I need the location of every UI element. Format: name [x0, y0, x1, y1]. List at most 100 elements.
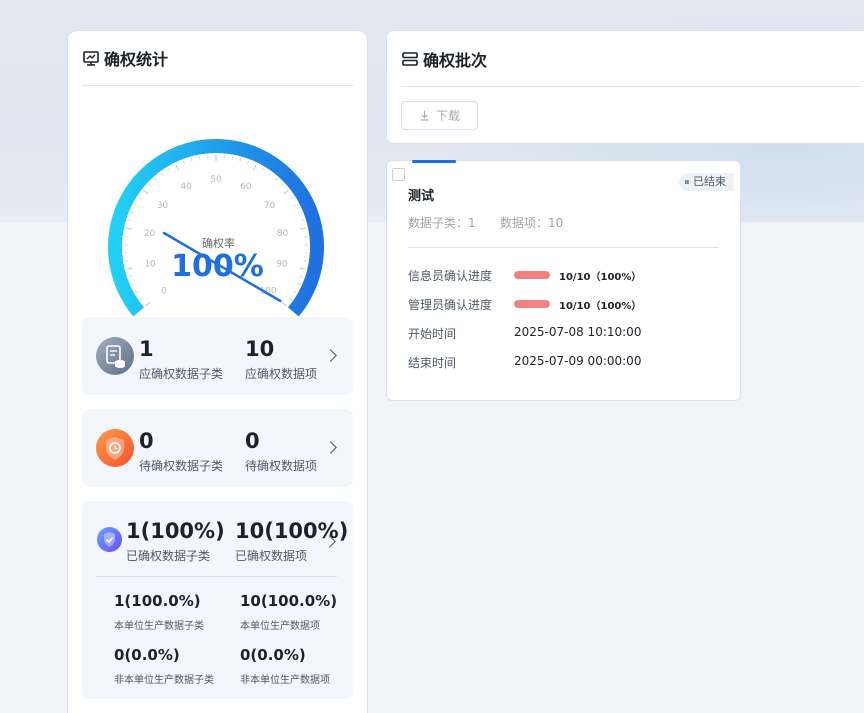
info-progress-text: 10/10（100%） — [559, 272, 642, 283]
gauge-tick — [268, 172, 271, 176]
gauge-tick — [261, 168, 265, 172]
should-subclass-label: 应确权数据子类 — [139, 367, 224, 381]
status-badge: 已结束 — [677, 173, 734, 191]
confirmed-divider — [96, 576, 337, 577]
gauge-tick — [190, 158, 193, 162]
other-item-label: 非本单位生产数据项 — [240, 675, 330, 686]
gauge-tick-label: 30 — [157, 201, 169, 211]
info-progress-fill — [514, 271, 550, 279]
shield-check-icon — [97, 527, 122, 552]
confirmed-subclass-label: 已确权数据子类 — [126, 549, 211, 563]
gauge-tick — [161, 172, 164, 176]
chevron-right-icon[interactable] — [324, 441, 337, 454]
stats-panel: 确权统计 0 10 20 30 40 50 60 70 80 90 100 确权率 100% — [67, 30, 368, 713]
monitor-icon — [82, 49, 100, 67]
gauge-tick — [198, 156, 201, 160]
gauge-tick — [140, 297, 144, 300]
confirmed-subclass-count: 1(100%) — [126, 519, 225, 543]
gauge-tick-label: 50 — [210, 175, 222, 185]
gauge-tick — [280, 183, 284, 187]
gauge-tick — [148, 183, 152, 187]
batch-item-title: 测试 — [408, 189, 435, 204]
download-label: 下载 — [435, 109, 460, 123]
stats-panel-title: 确权统计 — [104, 50, 169, 69]
download-icon — [419, 110, 430, 121]
batch-item-card[interactable]: 已结束 测试 数据子类：1 数据项：10 信息员确认进度 10/10（100%）… — [386, 160, 741, 401]
batch-panel-header: 确权批次 — [401, 31, 861, 87]
gauge-tick-label: 0 — [161, 287, 167, 297]
other-item-count: 0(0.0%) — [240, 646, 306, 664]
confirmed-item-label: 已确权数据项 — [235, 549, 308, 563]
gauge-tick — [175, 164, 179, 170]
end-time-label: 结束时间 — [408, 356, 457, 370]
own-item-label: 本单位生产数据项 — [240, 621, 320, 632]
gauge-tick — [281, 301, 287, 307]
gauge-tick — [145, 301, 151, 307]
own-subclass-label: 本单位生产数据子类 — [114, 621, 204, 632]
gauge-tick-label: 40 — [180, 182, 192, 192]
gauge-tick — [138, 196, 142, 200]
download-button[interactable]: 下载 — [401, 101, 478, 130]
gauge-svg: 0102030405060708090100 — [108, 139, 324, 317]
info-progress-label: 信息员确认进度 — [408, 269, 493, 283]
gauge-tick — [247, 160, 250, 164]
should-item-count: 10 — [245, 337, 275, 361]
admin-progress-bar — [514, 300, 550, 308]
batch-panel: 确权批次 下载 — [386, 30, 864, 144]
start-time-value: 2025-07-08 10:10:00 — [514, 325, 642, 339]
chevron-right-icon[interactable] — [324, 349, 337, 362]
gauge-tick — [125, 227, 133, 230]
gauge-tick — [135, 290, 139, 293]
admin-progress-text: 10/10（100%） — [559, 301, 642, 312]
gauge-tick — [167, 168, 171, 172]
gauge-tick — [290, 196, 294, 200]
gauge-tick-label: 60 — [240, 182, 252, 192]
admin-progress-fill — [514, 300, 550, 308]
batch-panel-title: 确权批次 — [423, 50, 488, 70]
list-icon — [401, 50, 419, 68]
pending-item-label: 待确权数据项 — [245, 459, 318, 473]
gauge-tick — [134, 204, 138, 207]
should-subclass-count: 1 — [139, 337, 154, 361]
own-item-count: 10(100.0%) — [240, 592, 338, 610]
gauge-tick — [143, 189, 149, 195]
end-time-value: 2025-07-09 00:00:00 — [514, 354, 642, 368]
gauge-tick — [182, 160, 185, 164]
gauge-tick — [127, 219, 132, 222]
gauge-tick — [154, 177, 158, 181]
item-checkbox[interactable] — [392, 168, 405, 181]
gauge-tick — [299, 227, 307, 230]
item-accent-bar — [412, 160, 456, 163]
gauge-tick — [294, 204, 298, 207]
gauge-tick — [298, 211, 302, 214]
gauge-tick — [300, 219, 305, 222]
confirmed-box: 1(100%) 已确权数据子类 10(100%) 已确权数据项 1(100.0%… — [82, 501, 353, 699]
pending-subclass-label: 待确权数据子类 — [139, 459, 224, 473]
batch-subclass-meta: 数据子类：1 — [408, 216, 476, 230]
gauge-tick — [274, 177, 278, 181]
gauge-tick — [283, 189, 289, 195]
gauge-value: 100% — [171, 249, 264, 284]
should-confirm-box[interactable]: 1 应确权数据子类 10 应确权数据项 — [82, 317, 353, 395]
gauge-tick — [231, 156, 234, 160]
other-subclass-label: 非本单位生产数据子类 — [114, 675, 214, 686]
gauge-tick — [253, 164, 257, 170]
pending-box[interactable]: 0 待确权数据子类 0 待确权数据项 — [82, 409, 353, 487]
should-item-label: 应确权数据项 — [245, 367, 318, 381]
pending-item-count: 0 — [245, 429, 260, 453]
own-subclass-count: 1(100.0%) — [114, 592, 201, 610]
gauge-tick — [293, 290, 297, 293]
start-time-label: 开始时间 — [408, 327, 457, 341]
confirm-rate-gauge: 0 10 20 30 40 50 60 70 80 90 100 确权率 100% — [68, 99, 369, 319]
gauge-tick-label: 70 — [264, 201, 276, 211]
gauge-tick — [130, 211, 134, 214]
stats-panel-header: 确权统计 — [82, 31, 353, 86]
info-progress-bar — [514, 271, 550, 279]
gauge-tick — [288, 297, 292, 300]
shield-clock-icon — [96, 429, 134, 467]
gauge-tick — [239, 158, 242, 162]
batch-item-divider — [408, 247, 719, 248]
data-doc-icon — [96, 337, 134, 375]
batch-item-meta: 数据项：10 — [500, 216, 564, 230]
other-subclass-count: 0(0.0%) — [114, 646, 180, 664]
